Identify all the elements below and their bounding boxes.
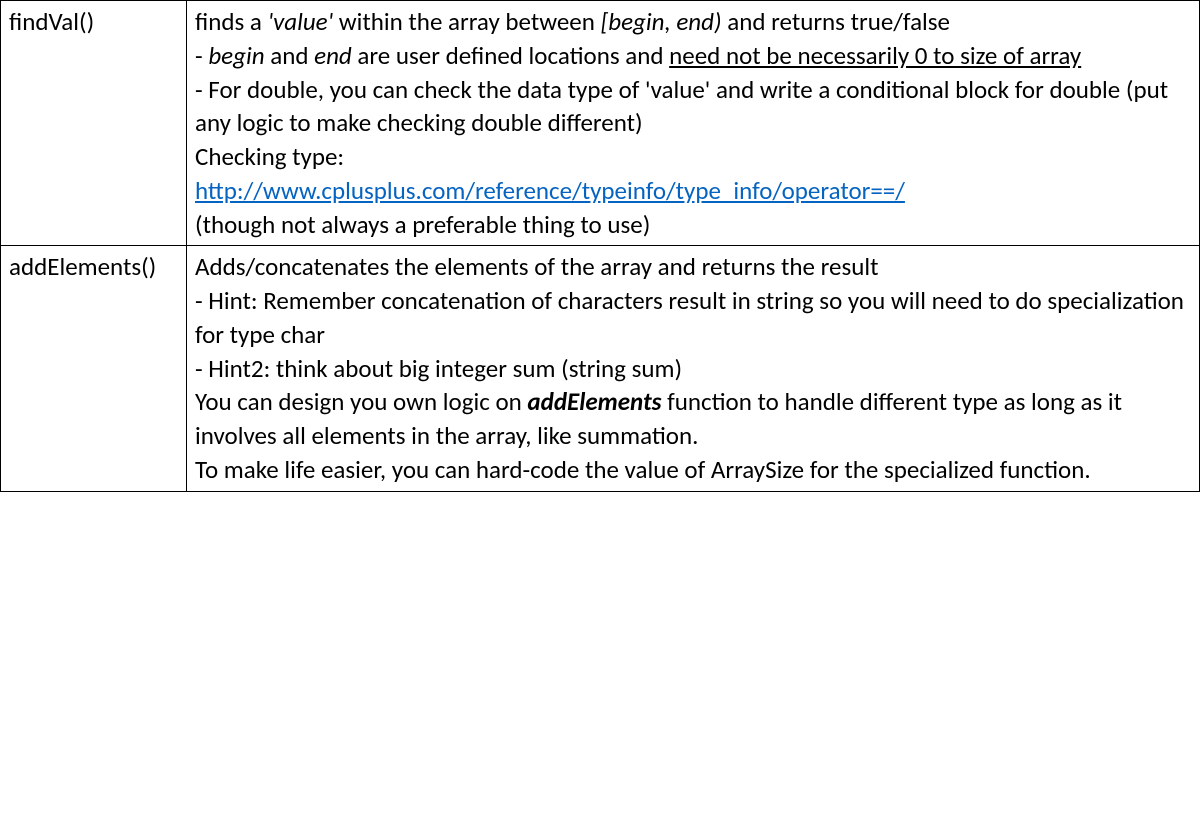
desc-line: - begin and end are user defined locatio… [195, 39, 1191, 73]
desc-line: You can design you own logic on addEleme… [195, 385, 1191, 453]
desc-line: http://www.cplusplus.com/reference/typei… [195, 174, 1191, 208]
text-underline: need not be necessarily 0 to size of arr… [669, 40, 1081, 71]
desc-line: - Hint: Remember concatenation of charac… [195, 284, 1191, 352]
text-bold-italic: addElements [527, 386, 661, 417]
desc-line: To make life easier, you can hard-code t… [195, 453, 1191, 487]
function-name-cell: addElements() [1, 246, 187, 491]
text: - [195, 40, 208, 71]
function-description-cell: Adds/concatenates the elements of the ar… [187, 246, 1200, 491]
table-row: findVal() finds a 'value' within the arr… [1, 1, 1200, 246]
text-italic: [begin, end) [601, 6, 722, 37]
desc-line: - Hint2: think about big integer sum (st… [195, 352, 1191, 386]
function-spec-table: findVal() finds a 'value' within the arr… [0, 0, 1200, 492]
text: You can design you own logic on [195, 386, 527, 417]
desc-line: (though not always a preferable thing to… [195, 208, 1191, 242]
function-name: findVal() [9, 6, 94, 37]
desc-line: Adds/concatenates the elements of the ar… [195, 250, 1191, 284]
desc-line: Checking type: [195, 140, 1191, 174]
typeinfo-link[interactable]: http://www.cplusplus.com/reference/typei… [195, 175, 905, 206]
text-italic: begin [208, 40, 264, 71]
desc-line: - For double, you can check the data typ… [195, 73, 1191, 141]
text: finds a [195, 6, 268, 37]
text: and [265, 40, 315, 71]
text: and returns true/false [722, 6, 950, 37]
text-italic: end [314, 40, 352, 71]
function-description-cell: finds a 'value' within the array between… [187, 1, 1200, 246]
function-name-cell: findVal() [1, 1, 187, 246]
text: are user defined locations and [352, 40, 669, 71]
desc-line: finds a 'value' within the array between… [195, 5, 1191, 39]
function-name: addElements() [9, 251, 156, 282]
text: within the array between [333, 6, 600, 37]
table-row: addElements() Adds/concatenates the elem… [1, 246, 1200, 491]
text-italic: 'value' [268, 6, 334, 37]
